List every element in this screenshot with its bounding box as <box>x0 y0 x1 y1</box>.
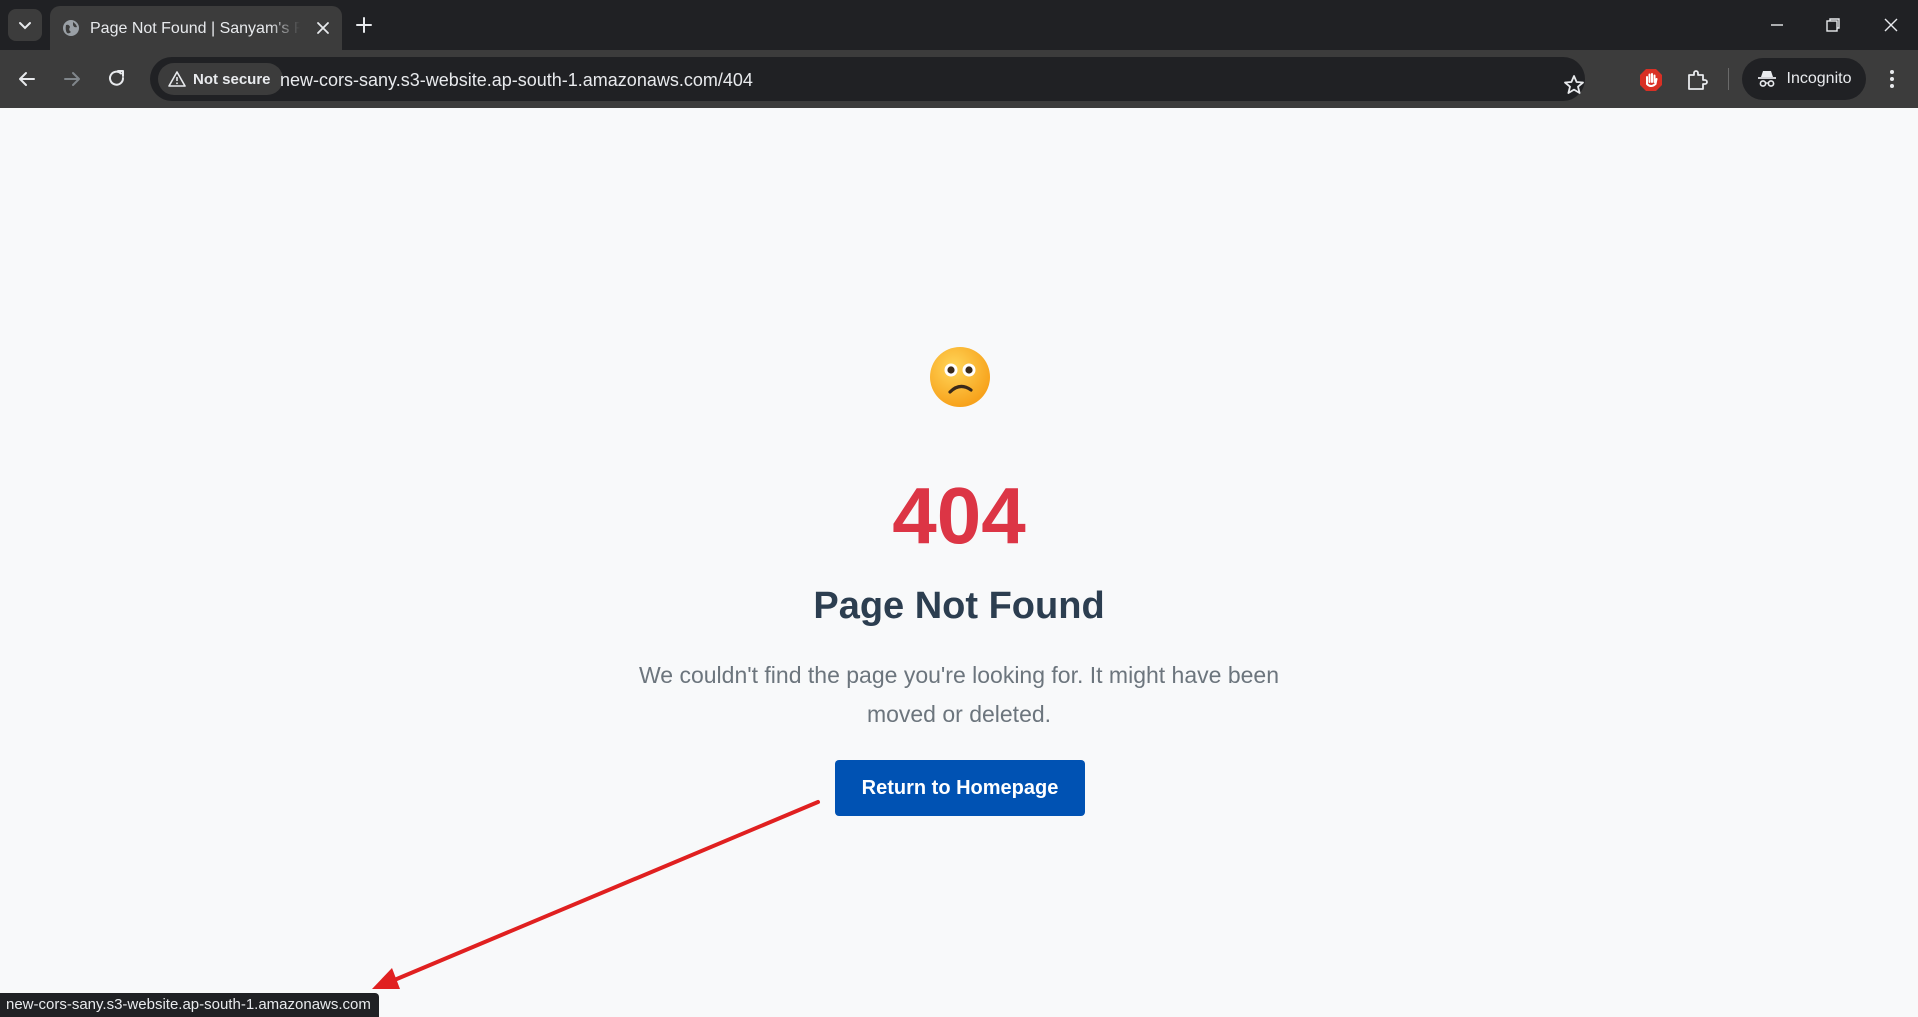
error-message: We couldn't find the page you're looking… <box>639 662 1279 727</box>
minimize-icon[interactable] <box>1766 14 1788 36</box>
incognito-profile-button[interactable]: Incognito <box>1742 58 1866 100</box>
close-window-icon[interactable] <box>1880 14 1902 36</box>
confused-face-icon <box>930 347 990 407</box>
page-viewport: 404 Page Not Found We couldn't find the … <box>0 108 1918 1017</box>
reload-icon[interactable] <box>104 66 130 92</box>
return-home-button[interactable]: Return to Homepage <box>835 760 1085 816</box>
tab-active[interactable]: Page Not Found | Sanyam's First Website <box>50 6 342 50</box>
incognito-icon <box>1757 71 1776 87</box>
toolbar-divider <box>1728 68 1729 90</box>
extensions-puzzle-icon[interactable] <box>1684 67 1710 93</box>
bookmark-star-icon[interactable] <box>1562 73 1586 97</box>
warning-icon <box>168 71 186 87</box>
tab-title: Page Not Found | Sanyam's First Website <box>90 20 300 37</box>
page-title: Page Not Found <box>813 585 1105 627</box>
security-chip[interactable]: Not secure <box>158 63 283 95</box>
forward-arrow-icon[interactable] <box>59 66 85 92</box>
adblock-extension-icon[interactable] <box>1638 67 1664 93</box>
globe-icon <box>63 20 79 36</box>
security-label: Not secure <box>193 70 271 88</box>
tab-search-button[interactable] <box>8 9 42 41</box>
url-text[interactable]: new-cors-sany.s3-website.ap-south-1.amaz… <box>280 69 753 91</box>
browser-toolbar: Not secure new-cors-sany.s3-website.ap-s… <box>0 50 1918 108</box>
error-code: 404 <box>892 471 1026 560</box>
status-bar-url: new-cors-sany.s3-website.ap-south-1.amaz… <box>0 993 379 1017</box>
new-tab-icon[interactable] <box>352 13 376 37</box>
more-menu-icon[interactable] <box>1880 67 1904 91</box>
close-tab-icon[interactable] <box>314 19 332 37</box>
incognito-label: Incognito <box>1786 70 1852 87</box>
back-arrow-icon[interactable] <box>14 66 40 92</box>
address-bar[interactable]: Not secure new-cors-sany.s3-website.ap-s… <box>150 57 1585 101</box>
restore-icon[interactable] <box>1822 14 1844 36</box>
chevron-down-icon <box>19 22 31 30</box>
tab-strip: Page Not Found | Sanyam's First Website <box>0 0 1918 50</box>
